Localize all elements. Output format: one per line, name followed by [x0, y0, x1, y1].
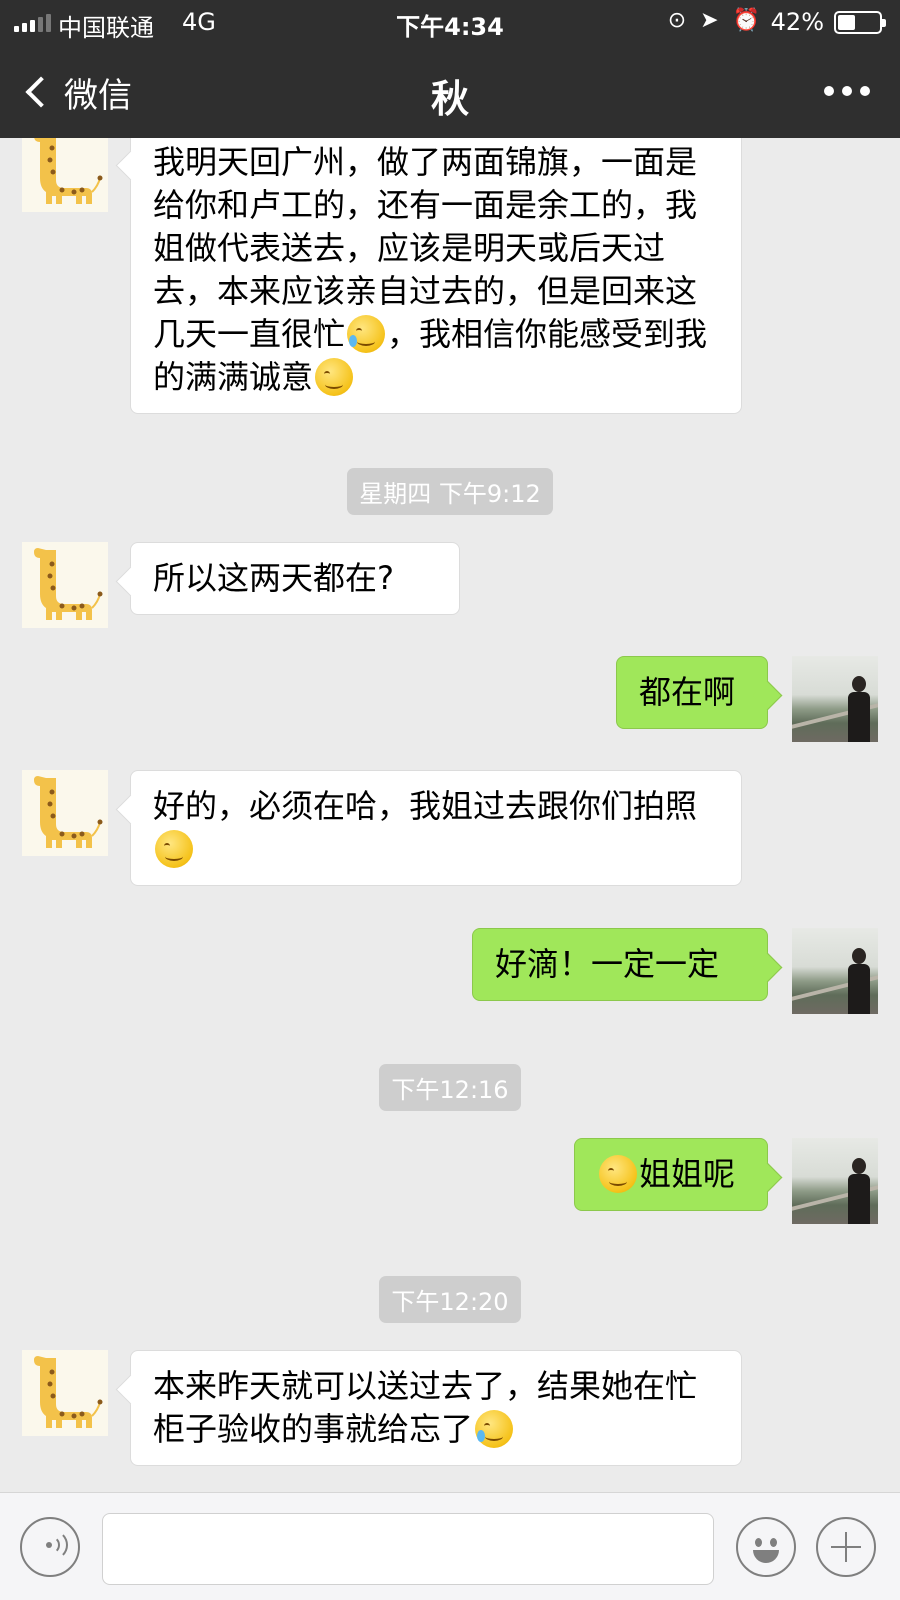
battery-fill [838, 15, 855, 30]
photo-avatar[interactable] [792, 1138, 878, 1224]
giraffe-avatar[interactable] [22, 138, 108, 212]
message-bubble[interactable]: 本来昨天就可以送过去了，结果她在忙柜子验收的事就给忘了 [130, 1350, 742, 1466]
timestamp: 下午12:20 [0, 1276, 900, 1323]
message-bubble[interactable]: 我明天回广州，做了两面锦旗，一面是给你和卢工的，还有一面是余工的，我姐做代表送去… [130, 138, 742, 414]
more-icon[interactable] [824, 80, 870, 102]
input-bar [0, 1492, 900, 1600]
timestamp: 下午12:16 [0, 1064, 900, 1111]
message-bubble[interactable]: 好滴！一定一定 [472, 928, 768, 1001]
photo-avatar[interactable] [792, 928, 878, 1014]
message-bubble[interactable]: 都在啊 [616, 656, 768, 729]
battery-icon [834, 11, 886, 34]
alarm-icon: ⏰ [732, 8, 760, 33]
status-time: 下午4:34 [396, 13, 504, 41]
photo-avatar[interactable] [792, 656, 878, 742]
chat-title: 秋 [430, 77, 469, 121]
message-bubble[interactable]: 好的，必须在哈，我姐过去跟你们拍照 [130, 770, 742, 886]
giraffe-avatar[interactable] [22, 1350, 108, 1436]
crying-laughing-emoji [475, 1410, 514, 1448]
location-icon: ➤ [700, 8, 719, 33]
chat-area[interactable]: 我明天回广州，做了两面锦旗，一面是给你和卢工的，还有一面是余工的，我姐做代表送去… [0, 138, 900, 1492]
plus-icon[interactable] [816, 1517, 876, 1577]
orientation-lock-icon: ⊙ [667, 8, 687, 33]
battery-percent: 42% [770, 8, 824, 36]
status-bar: 中国联通 4G 下午4:34 ⊙ ➤ ⏰ 42% [0, 0, 900, 46]
message-input[interactable] [102, 1513, 714, 1585]
skeptical-emoji [155, 830, 193, 868]
crying-laughing-emoji [347, 315, 386, 353]
giraffe-avatar[interactable] [22, 542, 108, 628]
message-bubble[interactable]: 姐姐呢 [574, 1138, 768, 1211]
voice-icon[interactable] [20, 1517, 80, 1577]
smirk-emoji [315, 358, 354, 396]
smug-emoji [599, 1155, 637, 1193]
timestamp: 星期四 下午9:12 [0, 468, 900, 515]
message-bubble[interactable]: 所以这两天都在? [130, 542, 460, 615]
giraffe-avatar[interactable] [22, 770, 108, 856]
nav-bar: 微信 秋 [0, 46, 900, 138]
emoji-icon[interactable] [736, 1517, 796, 1577]
